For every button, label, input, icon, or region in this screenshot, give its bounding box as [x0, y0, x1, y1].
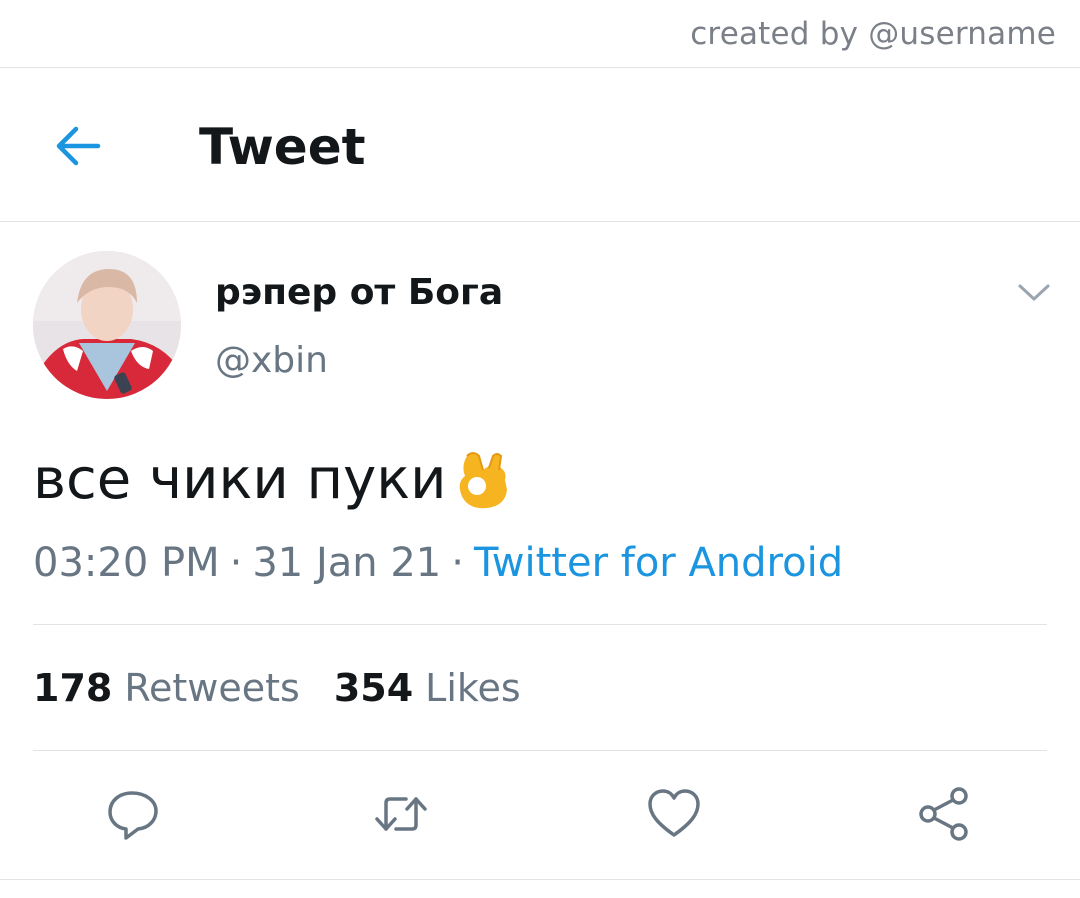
divider: [33, 750, 1047, 751]
more-options-button[interactable]: [1014, 276, 1054, 308]
like-button[interactable]: [645, 785, 703, 843]
divider: [33, 624, 1047, 625]
page-title: Tweet: [199, 118, 366, 176]
likes-stat[interactable]: 354 Likes: [334, 666, 521, 710]
retweet-button[interactable]: [372, 785, 430, 843]
divider: [0, 221, 1080, 222]
tweet-meta: 03:20 PM · 31 Jan 21 · Twitter for Android: [33, 540, 843, 586]
reply-button[interactable]: [104, 785, 162, 843]
likes-label: Likes: [425, 666, 521, 710]
arrow-left-icon: [56, 126, 101, 166]
retweets-label: Retweets: [124, 666, 300, 710]
chevron-down-icon: [1018, 284, 1050, 301]
avatar-image: [33, 251, 181, 399]
like-icon: [648, 789, 700, 837]
watermark-credit: created by @username: [690, 16, 1056, 52]
tweet-source-link[interactable]: Twitter for Android: [474, 540, 843, 586]
retweet-icon: [375, 797, 427, 831]
divider: [0, 879, 1080, 880]
share-icon: [919, 787, 968, 841]
tweet-stats: 178 Retweets 354 Likes: [33, 666, 521, 710]
display-name[interactable]: рэпер от Бога: [215, 272, 503, 313]
tweet-text-content: все чики пуки: [33, 446, 447, 512]
meta-separator: ·: [451, 540, 464, 586]
share-button[interactable]: [915, 785, 973, 843]
divider: [0, 67, 1080, 68]
reply-icon: [108, 791, 158, 840]
user-handle[interactable]: @xbin: [215, 340, 328, 381]
back-button[interactable]: [52, 120, 104, 172]
meta-separator: ·: [229, 540, 243, 586]
likes-count: 354: [333, 666, 414, 710]
tweet-time: 03:20 PM: [33, 540, 220, 586]
retweets-count: 178: [33, 666, 113, 710]
tweet-date: 31 Jan 21: [252, 540, 442, 586]
ok-hand-icon: [459, 452, 507, 509]
avatar[interactable]: [33, 251, 181, 399]
tweet-text: все чики пуки: [33, 446, 513, 512]
retweets-stat[interactable]: 178 Retweets: [33, 666, 300, 710]
